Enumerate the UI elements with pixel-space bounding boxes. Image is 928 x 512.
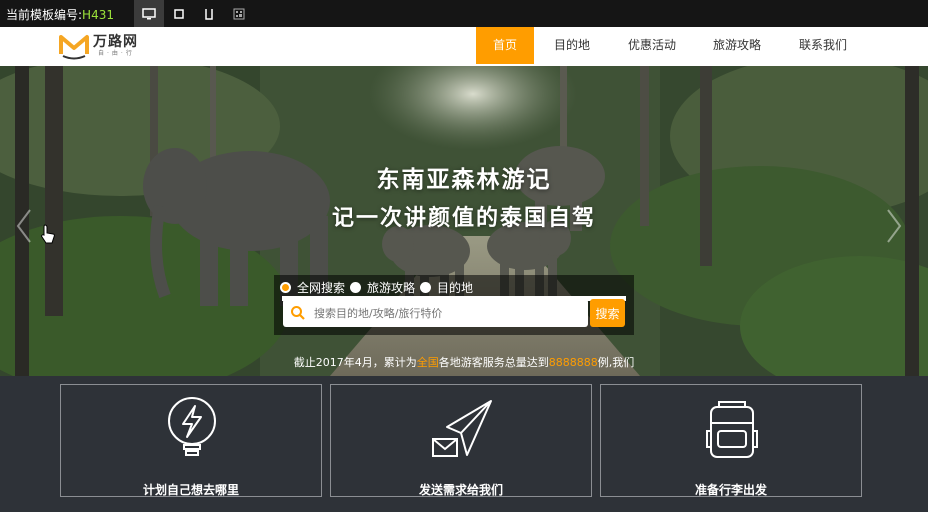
logo-m-icon [59,35,89,60]
desktop-view-button[interactable] [134,0,164,27]
feature-label: 发送需求给我们 [418,483,503,497]
search-input[interactable] [314,306,574,320]
site-header: 万路网 自·由·行 首页 目的地 优惠活动 旅游攻略 联系我们 [0,27,928,67]
qrcode-view-button[interactable] [224,0,254,27]
logo-tagline: 自·由·行 [98,50,135,57]
nav-contact-us[interactable]: 联系我们 [780,27,866,64]
feature-label: 准备行李出发 [694,483,767,497]
search-field[interactable] [283,299,588,327]
template-label: 当前模板编号: [6,8,83,22]
feature-card-pack[interactable]: 准备行李出发 [600,384,862,497]
lightbulb-icon [168,397,216,456]
template-bar: 当前模板编号:H431 [0,0,928,27]
nav-home[interactable]: 首页 [476,27,534,64]
radio-selected-icon [280,282,291,293]
hero-subtitle: 记一次讲颜值的泰国自驾 [331,205,596,231]
main-nav: 首页 目的地 优惠活动 旅游攻略 联系我们 [476,27,866,64]
hero-title: 东南亚森林游记 [376,166,552,193]
tablet-icon [174,8,184,19]
logo-name: 万路网 [93,34,138,50]
tablet-view-button[interactable] [164,0,194,27]
service-stat: 截止2017年4月，累计为全国各地游客服务总量达到8888888例,我们 [293,356,635,369]
search-panel: 全网搜索 旅游攻略 目的地 搜索 [274,275,634,335]
nav-destinations[interactable]: 目的地 [534,27,610,64]
radio-icon [350,282,362,293]
qrcode-icon [233,8,245,19]
nav-travel-guides[interactable]: 旅游攻略 [694,27,780,64]
search-scope-options: 全网搜索 旅游攻略 目的地 [280,279,478,296]
paper-plane-icon [432,400,492,457]
feature-card-send[interactable]: 发送需求给我们 [330,384,592,497]
search-icon [291,306,305,320]
search-button[interactable]: 搜索 [590,299,625,327]
template-info: 当前模板编号:H431 [6,6,114,23]
features-section: 计划自己想去哪里 发送需求给我们 准备行李出发 [0,376,928,512]
phone-view-button[interactable] [194,0,224,27]
hero-banner: 东南亚森林游记 记一次讲颜值的泰国自驾 全网搜索 旅游攻略 目的地 搜索 截止2… [0,66,928,376]
desktop-icon [142,7,156,19]
site-logo[interactable]: 万路网 自·由·行 [58,32,138,60]
radio-icon [420,282,432,293]
phone-icon [205,8,213,20]
mouse-pointer-icon [41,224,55,244]
feature-card-plan[interactable]: 计划自己想去哪里 [60,384,322,497]
carousel-prev-icon[interactable] [14,206,34,246]
nav-promotions[interactable]: 优惠活动 [610,27,694,64]
search-scope-destinations[interactable]: 目的地 [420,279,473,296]
device-switcher [134,0,254,27]
search-scope-guides[interactable]: 旅游攻略 [350,279,415,296]
feature-label: 计划自己想去哪里 [142,483,239,497]
carousel-next-icon[interactable] [884,206,904,246]
template-code: H431 [82,8,114,22]
search-scope-all[interactable]: 全网搜索 [280,279,345,296]
backpack-icon [706,401,758,458]
